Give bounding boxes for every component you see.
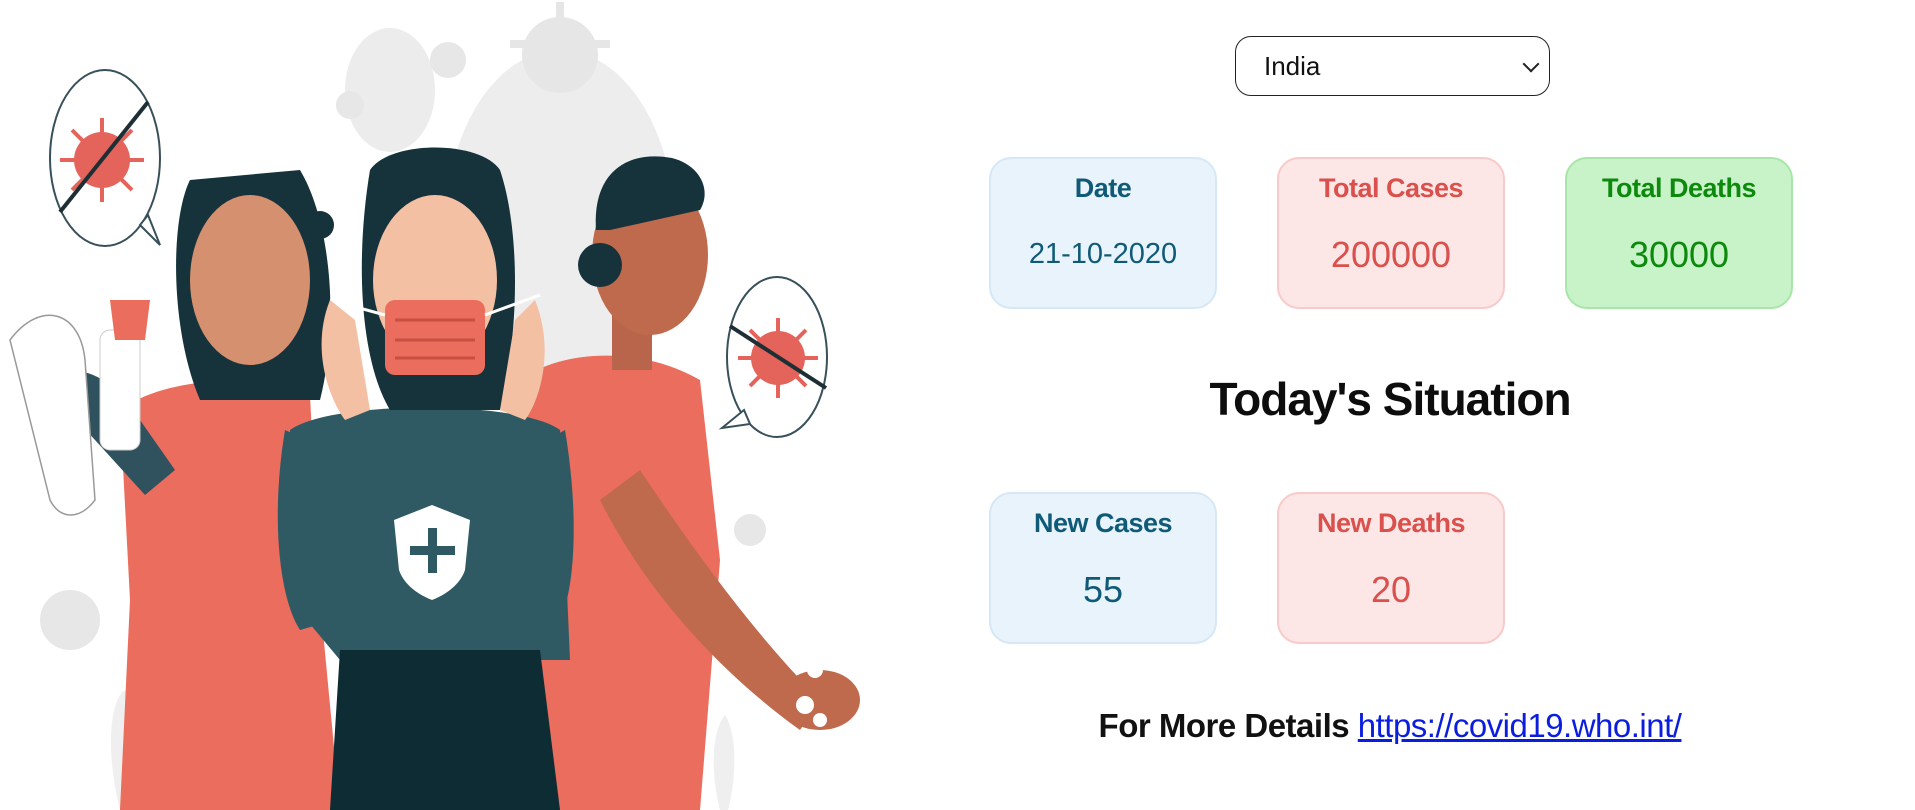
new-cases-card: New Cases 55	[989, 492, 1217, 644]
date-card-label: Date	[1074, 173, 1132, 203]
date-card: Date 21-10-2020	[989, 157, 1217, 309]
new-deaths-card: New Deaths 20	[1277, 492, 1505, 644]
date-card-value: 21-10-2020	[1028, 238, 1178, 270]
who-link[interactable]: https://covid19.who.int/	[1358, 707, 1682, 744]
more-details-line: For More Details https://covid19.who.int…	[960, 707, 1820, 745]
section-heading: Today's Situation	[1209, 373, 1571, 425]
total-deaths-label: Total Deaths	[1601, 173, 1757, 203]
new-cases-value: 55	[1082, 569, 1124, 610]
total-deaths-value: 30000	[1628, 234, 1730, 275]
covid-prevention-illustration	[0, 0, 880, 810]
total-deaths-card: Total Deaths 30000	[1565, 157, 1793, 309]
country-select[interactable]: India	[1235, 36, 1550, 96]
illustration-canvas	[9, 2, 860, 810]
new-deaths-label: New Deaths	[1316, 508, 1466, 538]
covid-stats-panel: India Date 21-10-2020 Total Cases 200000…	[960, 0, 1840, 810]
total-cases-card: Total Cases 200000	[1277, 157, 1505, 309]
new-cases-label: New Cases	[1033, 508, 1173, 538]
total-cases-value: 200000	[1330, 234, 1452, 275]
new-deaths-value: 20	[1370, 569, 1412, 610]
no-virus-bubble-left	[49, 69, 161, 247]
total-cases-label: Total Cases	[1318, 173, 1464, 203]
more-details-label: For More Details	[1098, 707, 1350, 744]
tissue-roll-icon	[9, 314, 96, 516]
no-virus-bubble-right	[718, 276, 828, 438]
